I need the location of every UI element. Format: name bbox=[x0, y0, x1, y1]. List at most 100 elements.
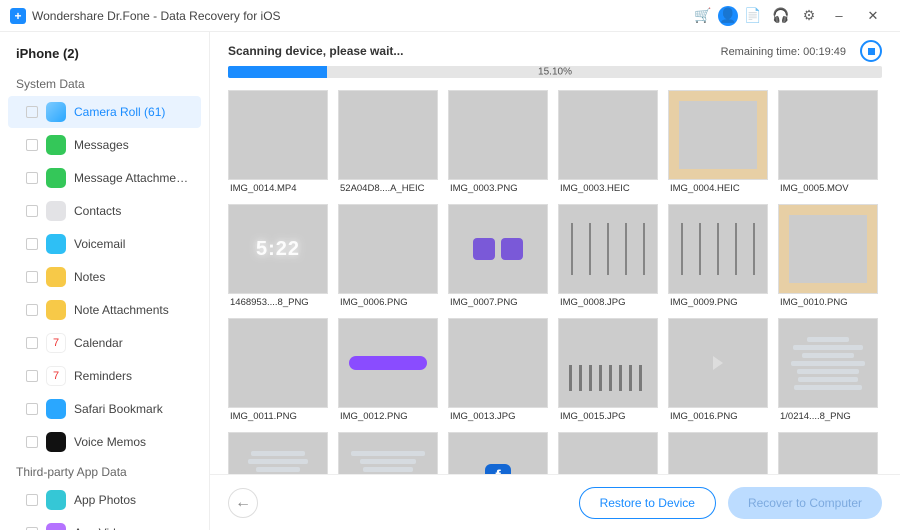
thumbnail[interactable]: 5:221468953....8_PNG bbox=[228, 204, 328, 308]
thumbnail-caption: IMG_0015.JPG bbox=[558, 408, 658, 422]
category-icon bbox=[46, 432, 66, 452]
sidebar-item[interactable]: Safari Bookmark bbox=[8, 393, 201, 425]
checkbox[interactable] bbox=[26, 337, 38, 349]
sidebar-item-label: Reminders bbox=[74, 369, 132, 383]
thumbnail-image bbox=[668, 204, 768, 294]
thumbnail[interactable]: IMG_0009.PNG bbox=[668, 204, 768, 308]
category-icon bbox=[46, 168, 66, 188]
thumbnail-image bbox=[338, 90, 438, 180]
sidebar-item[interactable]: App Photos bbox=[8, 484, 201, 516]
thumbnail-image bbox=[448, 90, 548, 180]
thumbnail-image bbox=[448, 204, 548, 294]
sidebar-item-label: Contacts bbox=[74, 204, 121, 218]
stop-scan-button[interactable] bbox=[860, 40, 882, 62]
checkbox[interactable] bbox=[26, 172, 38, 184]
support-icon[interactable]: 🎧 bbox=[768, 3, 794, 29]
sidebar-item[interactable]: Camera Roll (61) bbox=[8, 96, 201, 128]
thumbnail[interactable]: f bbox=[448, 432, 548, 474]
window-close[interactable]: ✕ bbox=[856, 3, 890, 29]
sidebar-item[interactable]: 7Calendar bbox=[8, 327, 201, 359]
checkbox[interactable] bbox=[26, 304, 38, 316]
thumbnail[interactable]: IMG_0007.PNG bbox=[448, 204, 548, 308]
thumbnail-image bbox=[668, 318, 768, 408]
window-minimize[interactable]: – bbox=[822, 3, 856, 29]
sidebar-item[interactable]: Messages bbox=[8, 129, 201, 161]
thumbnail[interactable]: IMG_0012.PNG bbox=[338, 318, 438, 422]
recover-to-computer-button[interactable]: Recover to Computer bbox=[728, 487, 882, 519]
device-row[interactable]: iPhone (2) bbox=[0, 38, 209, 71]
thumbnail-image bbox=[778, 432, 878, 474]
checkbox[interactable] bbox=[26, 271, 38, 283]
section-label: Third-party App Data bbox=[0, 459, 209, 483]
thumbnail[interactable] bbox=[338, 432, 438, 474]
thumbnail-image bbox=[558, 318, 658, 408]
thumbnail[interactable] bbox=[558, 432, 658, 474]
app-title: Wondershare Dr.Fone - Data Recovery for … bbox=[32, 9, 281, 23]
thumbnail[interactable]: IMG_0004.HEIC bbox=[668, 90, 768, 194]
checkbox[interactable] bbox=[26, 370, 38, 382]
sidebar-item[interactable]: Note Attachments bbox=[8, 294, 201, 326]
sidebar-item[interactable]: 7Reminders bbox=[8, 360, 201, 392]
sidebar: iPhone (2) System DataCamera Roll (61)Me… bbox=[0, 32, 210, 530]
thumbnail[interactable]: IMG_0011.PNG bbox=[228, 318, 328, 422]
thumbnail-caption: IMG_0004.HEIC bbox=[668, 180, 768, 194]
scan-status: Scanning device, please wait... bbox=[228, 44, 403, 58]
thumbnail-image bbox=[338, 204, 438, 294]
sidebar-item[interactable]: Message Attachments bbox=[8, 162, 201, 194]
thumbnail-grid[interactable]: IMG_0014.MP4 52A04D8....A_HEIC IMG_0003.PN… bbox=[210, 86, 900, 474]
thumbnail-caption: IMG_0014.MP4 bbox=[228, 180, 328, 194]
thumbnail[interactable]: IMG_0014.MP4 bbox=[228, 90, 328, 194]
checkbox[interactable] bbox=[26, 238, 38, 250]
thumbnail-image bbox=[338, 432, 438, 474]
cart-icon[interactable]: 🛒 bbox=[690, 3, 716, 29]
sidebar-item[interactable]: Voicemail bbox=[8, 228, 201, 260]
checkbox[interactable] bbox=[26, 139, 38, 151]
checkbox[interactable] bbox=[26, 205, 38, 217]
thumbnail-image: 5:22 bbox=[228, 204, 328, 294]
thumbnail[interactable]: IMG_0016.PNG bbox=[668, 318, 768, 422]
thumbnail[interactable]: IMG_0003.PNG bbox=[448, 90, 548, 194]
category-icon: 7 bbox=[46, 333, 66, 353]
thumbnail[interactable]: 52A04D8....A_HEIC bbox=[338, 90, 438, 194]
back-button[interactable]: ← bbox=[228, 488, 258, 518]
thumbnail[interactable] bbox=[778, 432, 878, 474]
category-icon bbox=[46, 523, 66, 530]
sidebar-item[interactable]: Voice Memos bbox=[8, 426, 201, 458]
thumbnail-caption: IMG_0011.PNG bbox=[228, 408, 328, 422]
footer: ← Restore to Device Recover to Computer bbox=[210, 474, 900, 530]
thumbnail[interactable]: IMG_0005.MOV bbox=[778, 90, 878, 194]
checkbox[interactable] bbox=[26, 494, 38, 506]
gear-icon[interactable]: ⚙ bbox=[796, 3, 822, 29]
feedback-icon[interactable]: 📄 bbox=[740, 3, 766, 29]
sidebar-item[interactable]: Contacts bbox=[8, 195, 201, 227]
thumbnail[interactable] bbox=[228, 432, 328, 474]
user-icon[interactable]: 👤 bbox=[718, 6, 738, 26]
thumbnail[interactable]: IMG_0008.JPG bbox=[558, 204, 658, 308]
thumbnail-caption: IMG_0016.PNG bbox=[668, 408, 768, 422]
thumbnail[interactable]: IMG_0013.JPG bbox=[448, 318, 548, 422]
thumbnail-image bbox=[338, 318, 438, 408]
thumbnail-caption: 52A04D8....A_HEIC bbox=[338, 180, 438, 194]
thumbnail[interactable]: IMG_0006.PNG bbox=[338, 204, 438, 308]
thumbnail-caption: IMG_0009.PNG bbox=[668, 294, 768, 308]
thumbnail-image bbox=[778, 90, 878, 180]
thumbnail-caption: IMG_0006.PNG bbox=[338, 294, 438, 308]
thumbnail[interactable]: IMG_0015.JPG bbox=[558, 318, 658, 422]
remaining-time: Remaining time: 00:19:49 bbox=[721, 46, 846, 58]
scan-progress: 15.10% bbox=[228, 66, 882, 78]
sidebar-item[interactable]: App Videos bbox=[8, 517, 201, 530]
category-icon bbox=[46, 201, 66, 221]
checkbox[interactable] bbox=[26, 436, 38, 448]
thumbnail-image bbox=[778, 204, 878, 294]
thumbnail-caption: 1/0214....8_PNG bbox=[778, 408, 878, 422]
thumbnail[interactable]: IMG_0010.PNG bbox=[778, 204, 878, 308]
scan-progress-label: 15.10% bbox=[538, 67, 572, 78]
thumbnail[interactable]: IMG_0003.HEIC bbox=[558, 90, 658, 194]
thumbnail-caption: IMG_0008.JPG bbox=[558, 294, 658, 308]
sidebar-item[interactable]: Notes bbox=[8, 261, 201, 293]
restore-to-device-button[interactable]: Restore to Device bbox=[579, 487, 716, 519]
checkbox[interactable] bbox=[26, 106, 38, 118]
thumbnail[interactable]: 1/0214....8_PNG bbox=[778, 318, 878, 422]
thumbnail[interactable] bbox=[668, 432, 768, 474]
checkbox[interactable] bbox=[26, 403, 38, 415]
